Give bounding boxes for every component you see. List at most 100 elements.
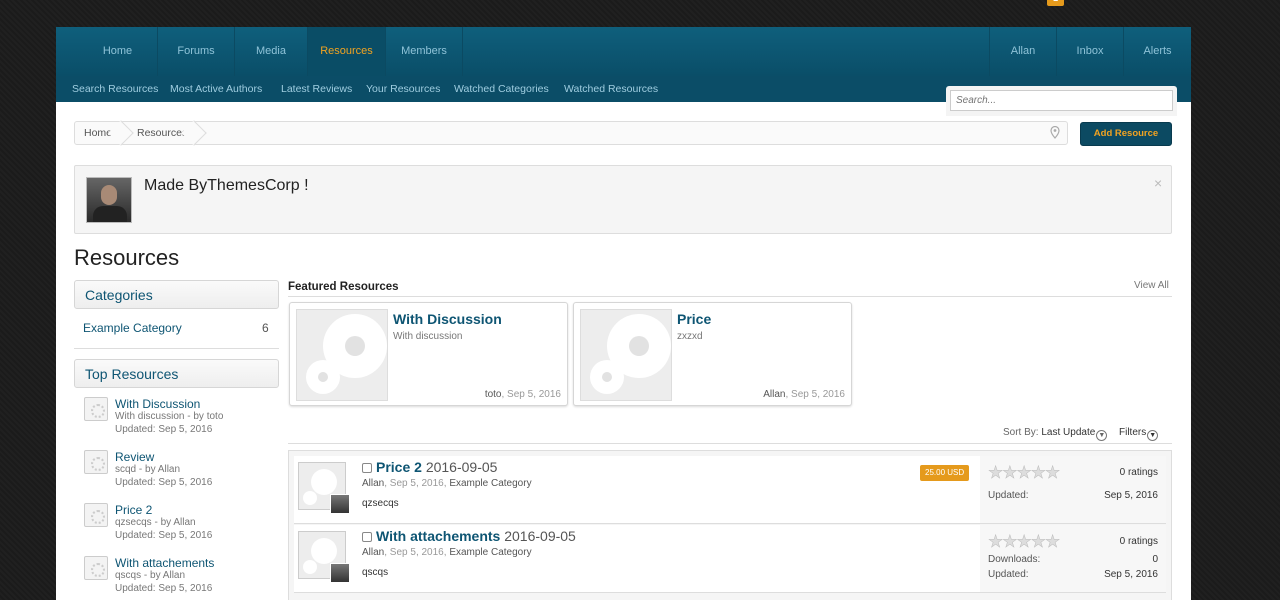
main-navbar: Home Forums Media Resources Members Alla…	[56, 27, 1191, 76]
select-checkbox[interactable]	[362, 532, 372, 542]
chevron-down-icon[interactable]: ▼	[1147, 430, 1159, 441]
featured-card-title[interactable]: Price	[677, 311, 711, 327]
view-all-link[interactable]: View All	[1134, 280, 1169, 291]
breadcrumb-resources[interactable]: Resources	[137, 122, 187, 144]
list-item[interactable]: Review scqd - by Allan Updated: Sep 5, 2…	[84, 450, 279, 500]
resource-description: qzsecqs	[362, 498, 399, 509]
star-rating-icon[interactable]: ★★★★★	[988, 532, 1061, 552]
updated-value: Sep 5, 2016	[1104, 569, 1158, 580]
resource-date: , Sep 5, 2016,	[384, 478, 450, 489]
notice-text: Made ByThemesCorp !	[144, 177, 309, 194]
avatar[interactable]	[330, 563, 350, 583]
search-box	[946, 86, 1177, 116]
featured-card-date: , Sep 5, 2016	[501, 389, 562, 400]
divider	[288, 296, 1172, 297]
featured-card-author[interactable]: toto	[485, 389, 502, 400]
ratings-count: 0 ratings	[1119, 467, 1158, 478]
top-resource-updated: Updated: Sep 5, 2016	[115, 424, 213, 435]
downloads-value: 0	[1152, 554, 1158, 565]
ratings-count: 0 ratings	[1119, 536, 1158, 547]
inbox-badge[interactable]: 1	[1047, 0, 1064, 6]
top-resource-updated: Updated: Sep 5, 2016	[115, 530, 213, 541]
category-count: 6	[262, 321, 269, 335]
location-pin-icon[interactable]	[1050, 125, 1060, 142]
page-container: Home Forums Media Resources Members Alla…	[56, 27, 1191, 600]
resource-version: 2016-09-05	[500, 528, 576, 544]
notice-banner: Made ByThemesCorp ! ×	[74, 165, 1172, 234]
top-resource-subtitle: qscqs - by Allan	[115, 570, 186, 581]
resource-date: , Sep 5, 2016,	[384, 547, 450, 558]
tab-media[interactable]: Media	[235, 27, 308, 76]
tab-members[interactable]: Members	[386, 27, 463, 76]
subnav-most-active-authors[interactable]: Most Active Authors	[170, 76, 262, 102]
top-resource-updated: Updated: Sep 5, 2016	[115, 477, 213, 488]
price-badge: 25.00 USD	[920, 465, 970, 481]
subnav-search-resources[interactable]: Search Resources	[72, 76, 158, 102]
divider	[288, 443, 1172, 444]
divider	[74, 348, 279, 349]
updated-value: Sep 5, 2016	[1104, 490, 1158, 501]
featured-card-description: With discussion	[393, 331, 463, 342]
list-item[interactable]: Price 2 qzsecqs - by Allan Updated: Sep …	[84, 503, 279, 553]
chevron-down-icon[interactable]: ▼	[1096, 430, 1108, 441]
featured-heading: Featured Resources	[288, 281, 399, 293]
breadcrumb: Home Resources	[74, 120, 1068, 146]
table-row: Price 2 2016-09-05 Allan, Sep 5, 2016, E…	[294, 456, 1166, 524]
resource-title: With attachements 2016-09-05	[376, 528, 576, 544]
resource-title-link[interactable]: With attachements	[376, 528, 500, 544]
subnav-latest-reviews[interactable]: Latest Reviews	[281, 76, 352, 102]
avatar[interactable]	[330, 494, 350, 514]
gear-icon	[296, 309, 388, 401]
updated-label: Updated:	[988, 490, 1029, 501]
select-checkbox[interactable]	[362, 463, 372, 473]
resource-description: qscqs	[362, 567, 389, 578]
resource-thumbnail	[84, 556, 108, 580]
resource-title-link[interactable]: Price 2	[376, 459, 422, 475]
resource-stats: ★★★★★ 0 ratings Updated: Sep 5, 2016	[980, 456, 1166, 523]
resource-title: Price 2 2016-09-05	[376, 459, 497, 475]
filters-control[interactable]: Filters ▼	[1119, 427, 1159, 441]
list-item[interactable]: With Discussion With discussion - by tot…	[84, 397, 279, 447]
avatar	[86, 177, 132, 223]
tab-forums[interactable]: Forums	[158, 27, 235, 76]
featured-card[interactable]: Price zxzxd Allan, Sep 5, 2016	[573, 302, 852, 406]
featured-card-author[interactable]: Allan	[763, 389, 785, 400]
top-resource-subtitle: With discussion - by toto	[115, 411, 224, 422]
subnav-watched-resources[interactable]: Watched Resources	[564, 76, 658, 102]
sort-control[interactable]: Sort By: Last Update ▼	[1003, 427, 1108, 441]
tab-resources[interactable]: Resources	[308, 27, 386, 76]
list-item[interactable]: With attachements qscqs - by Allan Updat…	[84, 556, 279, 600]
top-resource-title[interactable]: Price 2	[115, 503, 152, 517]
user-menu[interactable]: Allan	[989, 27, 1056, 76]
featured-card-date: , Sep 5, 2016	[785, 389, 846, 400]
breadcrumb-separator	[108, 120, 134, 146]
resource-version: 2016-09-05	[421, 459, 498, 475]
resource-thumbnail	[84, 397, 108, 421]
downloads-label: Downloads:	[988, 554, 1041, 565]
categories-heading: Categories	[74, 280, 279, 309]
close-icon[interactable]: ×	[1154, 175, 1162, 191]
top-resource-title[interactable]: With Discussion	[115, 397, 200, 411]
top-resource-title[interactable]: With attachements	[115, 556, 214, 570]
featured-card-meta: Allan, Sep 5, 2016	[763, 389, 845, 400]
tab-home[interactable]: Home	[78, 27, 158, 76]
subnav-watched-categories[interactable]: Watched Categories	[454, 76, 549, 102]
top-resource-title[interactable]: Review	[115, 450, 154, 464]
featured-card-title[interactable]: With Discussion	[393, 311, 502, 327]
inbox-link[interactable]: Inbox	[1056, 27, 1123, 76]
subnav-your-resources[interactable]: Your Resources	[366, 76, 440, 102]
resource-author[interactable]: Allan	[362, 478, 384, 489]
add-resource-button[interactable]: Add Resource	[1080, 122, 1172, 146]
resource-category[interactable]: Example Category	[449, 547, 531, 558]
category-link[interactable]: Example Category	[83, 321, 182, 335]
resource-category[interactable]: Example Category	[449, 478, 531, 489]
star-rating-icon[interactable]: ★★★★★	[988, 463, 1061, 483]
resource-author[interactable]: Allan	[362, 547, 384, 558]
featured-card[interactable]: With Discussion With discussion toto, Se…	[289, 302, 568, 406]
search-input[interactable]	[950, 90, 1173, 111]
filters-label[interactable]: Filters	[1119, 427, 1146, 438]
resource-meta: Allan, Sep 5, 2016, Example Category	[362, 478, 532, 489]
alerts-link[interactable]: Alerts	[1123, 27, 1191, 76]
sort-value[interactable]: Last Update	[1041, 427, 1095, 438]
top-resource-subtitle: qzsecqs - by Allan	[115, 517, 196, 528]
